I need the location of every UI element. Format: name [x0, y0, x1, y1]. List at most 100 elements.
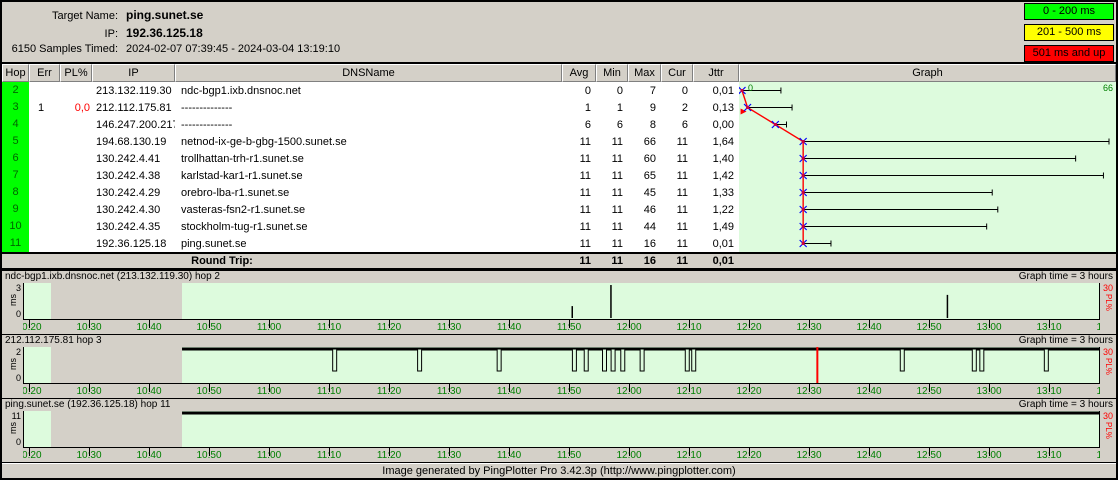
col-header-ip[interactable]: IP [92, 64, 175, 82]
x-tick-mark [869, 448, 870, 456]
max-ms: 65 [628, 170, 661, 182]
ip-address: 130.242.4.35 [92, 221, 175, 233]
timeline-x-axis: 10:2010:3010:4010:5011:0011:1011:2011:30… [2, 384, 1116, 398]
timeline-series [24, 347, 1099, 383]
jitter-ms: 0,01 [693, 238, 739, 250]
cur-ms: 11 [661, 204, 693, 216]
x-tick-mark [749, 448, 750, 456]
samples-range: 2024-02-07 07:39:45 - 2024-03-04 13:19:1… [126, 43, 340, 55]
cur-ms: 2 [661, 102, 693, 114]
x-tick-mark [269, 448, 270, 456]
graph-time-label: Graph time = 3 hours [1019, 335, 1113, 347]
timeline-x-axis: 10:2010:3010:4010:5011:0011:1011:2011:30… [2, 448, 1116, 462]
min-ms: 11 [596, 238, 628, 250]
avg-ms: 11 [562, 204, 596, 216]
col-header-max[interactable]: Max [628, 64, 661, 82]
timeline-series [24, 283, 1099, 319]
timeline-plot[interactable]: 30ms30PL% [2, 283, 1116, 320]
hop-number: 3 [2, 99, 29, 116]
col-header-pl[interactable]: PL% [60, 64, 92, 82]
dns-name: -------------- [175, 102, 562, 114]
ip-address: 192.36.125.18 [92, 238, 175, 250]
timeline-graphs: ndc-bgp1.ixb.dnsnoc.net (213.132.119.30)… [2, 270, 1116, 462]
avg-ms: 11 [562, 153, 596, 165]
col-header-err[interactable]: Err [29, 64, 60, 82]
x-tick-mark [209, 448, 210, 456]
col-header-dns[interactable]: DNSName [175, 64, 562, 82]
packet-loss: 0,0 [60, 102, 92, 114]
timeline-plot[interactable]: 20ms30PL% [2, 347, 1116, 384]
dns-name: -------------- [175, 119, 562, 131]
timeline-title: ping.sunet.se (192.36.125.18) hop 11 [5, 399, 171, 411]
pl-axis-label: PL% [1104, 294, 1113, 311]
avg-ms: 11 [562, 187, 596, 199]
x-tick-mark [149, 384, 150, 392]
min-ms: 11 [596, 153, 628, 165]
hop-number: 11 [2, 235, 29, 252]
max-ms: 45 [628, 187, 661, 199]
samples-row: 6150 Samples Timed: 2024-02-07 07:39:45 … [2, 43, 340, 55]
min-ms: 0 [596, 85, 628, 97]
x-tick-mark [449, 384, 450, 392]
min-ms: 11 [596, 221, 628, 233]
svg-text:66: 66 [1103, 83, 1113, 93]
timeline-plot-area [23, 411, 1100, 448]
x-tick-mark [209, 320, 210, 328]
timeline-x-axis: 10:2010:3010:4010:5011:0011:1011:2011:30… [2, 320, 1116, 334]
y-axis-max: 2 [2, 348, 21, 357]
col-header-avg[interactable]: Avg [562, 64, 596, 82]
x-tick-label: 13:20 [1088, 322, 1100, 333]
cur-ms: 11 [661, 221, 693, 233]
col-header-graph[interactable]: Graph [739, 64, 1116, 82]
pl-axis-max: 30 [1103, 347, 1113, 357]
x-tick-mark [89, 448, 90, 456]
x-tick-mark [269, 320, 270, 328]
hop-number: 2 [2, 82, 29, 99]
col-header-cur[interactable]: Cur [661, 64, 693, 82]
min-ms: 11 [596, 187, 628, 199]
x-tick-mark [869, 320, 870, 328]
x-tick-mark [689, 448, 690, 456]
x-tick-mark [509, 320, 510, 328]
hop-number: 8 [2, 184, 29, 201]
x-tick-mark [989, 448, 990, 456]
x-tick-mark [749, 384, 750, 392]
timeline-plot-area [23, 283, 1100, 320]
summary-header: Target Name: ping.sunet.se IP: 192.36.12… [2, 2, 1116, 64]
pl-axis-max: 30 [1103, 411, 1113, 421]
ip-address: 194.68.130.19 [92, 136, 175, 148]
x-tick-mark [689, 320, 690, 328]
hop-number: 6 [2, 150, 29, 167]
col-header-min[interactable]: Min [596, 64, 628, 82]
x-tick-mark [569, 384, 570, 392]
col-header-jttr[interactable]: Jttr [693, 64, 739, 82]
timeline-title: ndc-bgp1.ixb.dnsnoc.net (213.132.119.30)… [5, 271, 220, 283]
cur-ms: 6 [661, 119, 693, 131]
timeline-graph-hop: ndc-bgp1.ixb.dnsnoc.net (213.132.119.30)… [2, 270, 1116, 334]
x-tick-mark [629, 320, 630, 328]
col-header-hop[interactable]: Hop [2, 64, 29, 82]
avg-ms: 11 [562, 238, 596, 250]
jitter-ms: 1,42 [693, 170, 739, 182]
timeline-title-row: ping.sunet.se (192.36.125.18) hop 11Grap… [2, 398, 1116, 411]
ip-address: 130.242.4.41 [92, 153, 175, 165]
dns-name: orebro-lba-r1.sunet.se [175, 187, 562, 199]
dns-name: vasteras-fsn2-r1.sunet.se [175, 204, 562, 216]
x-tick-mark [929, 384, 930, 392]
pingplotter-window: Target Name: ping.sunet.se IP: 192.36.12… [0, 0, 1118, 480]
avg-ms: 1 [562, 102, 596, 114]
svg-text:0: 0 [748, 83, 753, 93]
timeline-plot[interactable]: 110ms30PL% [2, 411, 1116, 448]
x-tick-mark [29, 448, 30, 456]
y-axis-max: 11 [2, 412, 21, 421]
cur-ms: 11 [661, 170, 693, 182]
jitter-ms: 1,49 [693, 221, 739, 233]
x-tick-mark [929, 320, 930, 328]
hop-graph-column[interactable]: 0 66 [739, 82, 1116, 252]
x-tick-mark [1049, 320, 1050, 328]
dns-name: ping.sunet.se [175, 238, 562, 250]
x-tick-mark [809, 448, 810, 456]
ip-address: 213.132.119.30 [92, 85, 175, 97]
max-ms: 16 [628, 238, 661, 250]
round-trip-avg: 11 [562, 255, 596, 267]
